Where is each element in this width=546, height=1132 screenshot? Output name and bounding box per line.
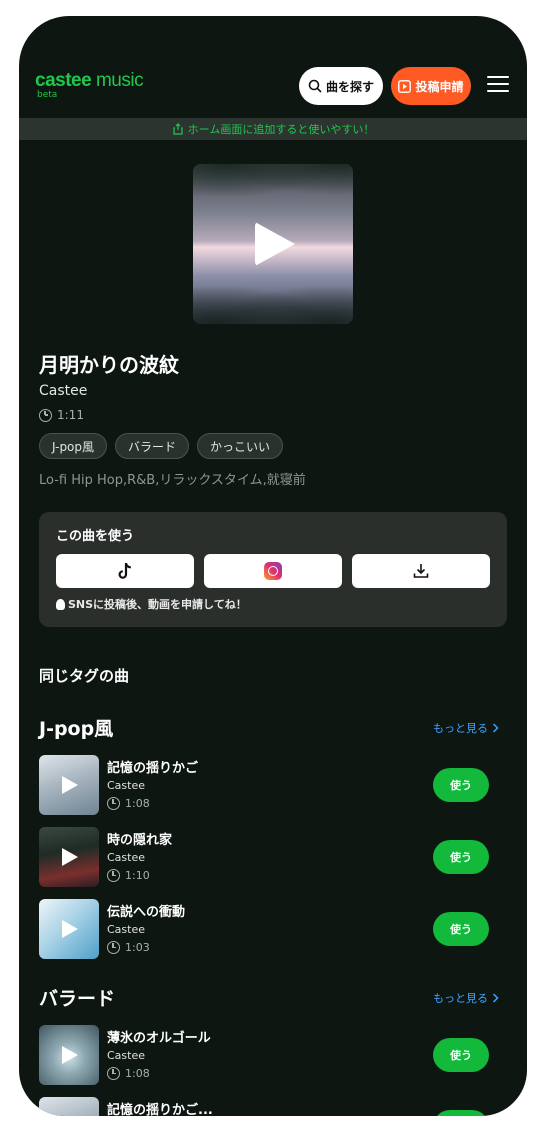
download-button[interactable] <box>352 554 490 588</box>
play-icon[interactable] <box>62 776 78 794</box>
search-songs-label: 曲を探す <box>325 79 374 94</box>
app-screen: castee music beta 曲を探す 投稿申請 ホーム画面に追加すると使… <box>19 16 527 1116</box>
track-thumbnail[interactable] <box>39 827 99 887</box>
use-button[interactable]: 使う <box>433 1038 489 1072</box>
search-songs-button[interactable]: 曲を探す <box>299 67 383 105</box>
post-request-label: 投稿申請 <box>415 79 464 94</box>
song-duration: 1:11 <box>39 408 84 422</box>
track-title: 記憶の揺りかご... <box>107 1103 213 1116</box>
play-icon[interactable] <box>255 222 295 266</box>
track-duration-value: 1:10 <box>125 869 150 882</box>
tag-list: J-pop風 バラード かっこいい <box>39 433 284 459</box>
header: castee music beta 曲を探す 投稿申請 <box>19 16 527 118</box>
see-more-link[interactable]: もっと見る <box>433 990 499 1006</box>
banner-text: ホーム画面に追加すると使いやすい！ <box>187 123 375 136</box>
see-more-label: もっと見る <box>433 992 488 1005</box>
track-title: 薄氷のオルゴール <box>107 1031 211 1046</box>
track-row[interactable]: 記憶の揺りかご Castee 1:08 使う <box>39 755 527 815</box>
track-thumbnail[interactable] <box>39 899 99 959</box>
song-duration-value: 1:11 <box>57 408 84 422</box>
clock-icon <box>39 408 52 422</box>
track-duration: 1:08 <box>107 1067 150 1080</box>
track-row[interactable]: 記憶の揺りかご... <box>39 1097 527 1116</box>
play-icon[interactable] <box>62 920 78 938</box>
see-more-link[interactable]: もっと見る <box>433 720 499 736</box>
add-to-home-banner[interactable]: ホーム画面に追加すると使いやすい！ <box>19 118 527 140</box>
instagram-button[interactable] <box>204 554 342 588</box>
track-artist: Castee <box>107 1049 146 1062</box>
track-artist: Castee <box>107 851 146 864</box>
share-icon <box>173 123 183 135</box>
section-title: J-pop風 <box>39 718 114 740</box>
use-button[interactable] <box>433 1110 489 1116</box>
play-icon[interactable] <box>62 848 78 866</box>
post-request-button[interactable]: 投稿申請 <box>391 67 471 105</box>
instagram-icon <box>264 562 282 580</box>
song-artist: Castee <box>39 383 88 399</box>
track-duration: 1:10 <box>107 869 150 882</box>
clock-icon <box>107 869 120 882</box>
use-hint: SNSに投稿後、動画を申請してね！ <box>56 596 247 612</box>
tag-chip[interactable]: かっこいい <box>197 433 284 459</box>
track-duration: 1:08 <box>107 797 150 810</box>
use-button[interactable]: 使う <box>433 912 489 946</box>
video-play-icon <box>398 79 412 93</box>
lightbulb-icon <box>56 598 65 610</box>
track-duration-value: 1:08 <box>125 797 150 810</box>
track-thumbnail[interactable] <box>39 755 99 815</box>
clock-icon <box>107 1067 120 1080</box>
tiktok-button[interactable] <box>56 554 194 588</box>
use-button[interactable]: 使う <box>433 840 489 874</box>
track-thumbnail[interactable] <box>39 1097 99 1116</box>
track-row[interactable]: 時の隠れ家 Castee 1:10 使う <box>39 827 527 887</box>
track-title: 伝説への衝動 <box>107 905 186 920</box>
play-icon[interactable] <box>62 1046 78 1064</box>
same-tag-heading: 同じタグの曲 <box>39 667 130 685</box>
track-duration: 1:03 <box>107 941 150 954</box>
chevron-right-icon <box>492 993 499 1003</box>
section-title: バラード <box>39 988 116 1010</box>
use-hint-text: SNSに投稿後、動画を申請してね！ <box>68 598 247 611</box>
see-more-label: もっと見る <box>433 722 488 735</box>
clock-icon <box>107 797 120 810</box>
download-icon <box>413 564 429 578</box>
tag-chip[interactable]: バラード <box>115 433 190 459</box>
track-artist: Castee <box>107 779 146 792</box>
track-artist: Castee <box>107 923 146 936</box>
clock-icon <box>107 941 120 954</box>
chevron-right-icon <box>492 723 499 733</box>
track-row[interactable]: 伝説への衝動 Castee 1:03 使う <box>39 899 527 959</box>
track-duration-value: 1:08 <box>125 1067 150 1080</box>
song-cover[interactable] <box>193 164 353 324</box>
use-song-title: この曲を使う <box>56 529 135 544</box>
use-song-panel: この曲を使う SNSに投稿後、動画を申請してね！ <box>39 512 507 627</box>
tiktok-icon <box>118 563 131 579</box>
genre-list: Lo-fi Hip Hop,R&B,リラックスタイム,就寝前 <box>39 473 306 488</box>
track-row[interactable]: 薄氷のオルゴール Castee 1:08 使う <box>39 1025 527 1085</box>
hamburger-menu-icon[interactable] <box>487 76 509 94</box>
tag-chip[interactable]: J-pop風 <box>39 433 108 459</box>
song-title: 月明かりの波紋 <box>39 353 179 377</box>
track-title: 時の隠れ家 <box>107 833 173 848</box>
track-duration-value: 1:03 <box>125 941 150 954</box>
logo[interactable]: castee music <box>35 70 144 92</box>
beta-label: beta <box>37 90 58 100</box>
track-thumbnail[interactable] <box>39 1025 99 1085</box>
search-icon <box>308 79 322 93</box>
use-button[interactable]: 使う <box>433 768 489 802</box>
track-title: 記憶の揺りかご <box>107 761 199 776</box>
